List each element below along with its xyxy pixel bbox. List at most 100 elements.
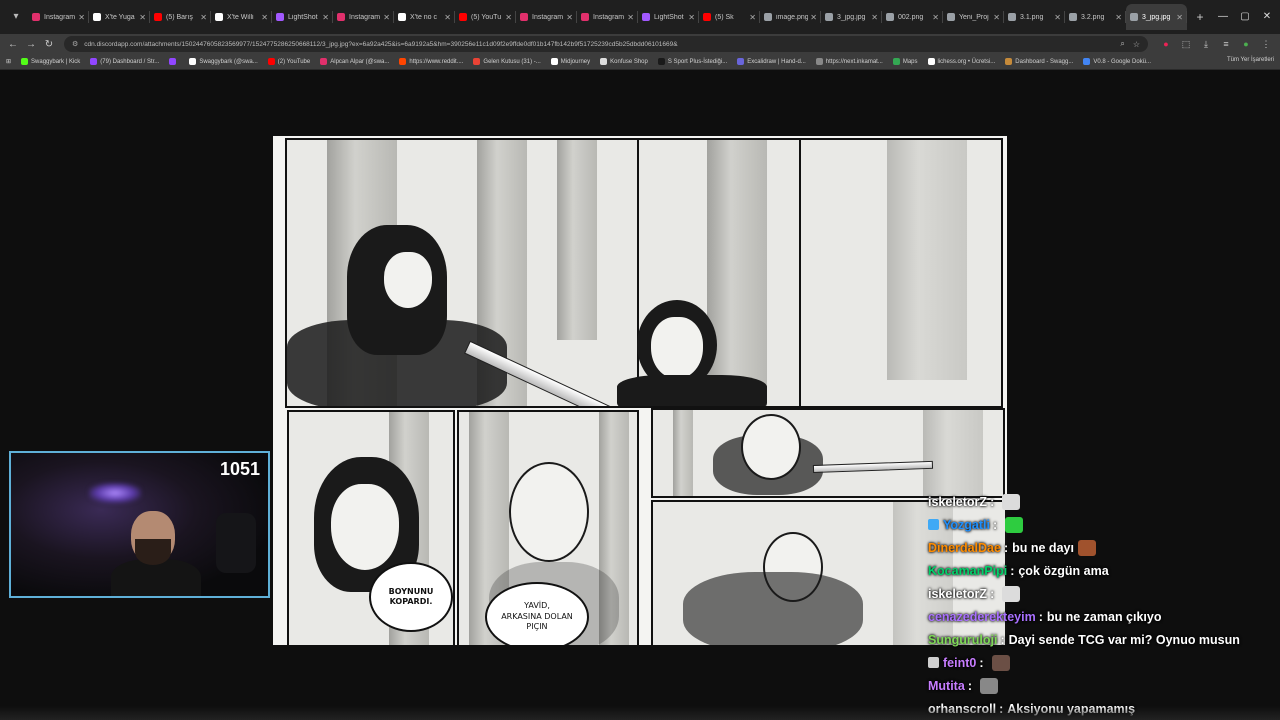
browser-tab[interactable]: Instagram ✕ (516, 4, 577, 30)
chat-separator: : (993, 517, 998, 532)
url-text[interactable]: cdn.discordapp.com/attachments/150244760… (84, 41, 1112, 48)
bookmark-item[interactable]: Alpcan Alpar (@swa... (320, 58, 389, 65)
browser-tab[interactable]: 3.1.png ✕ (1004, 4, 1065, 30)
forward-icon[interactable]: → (22, 39, 40, 50)
bookmark-item[interactable]: (79) Dashboard / Str... (90, 58, 159, 65)
media-icon[interactable]: ≡ (1216, 39, 1236, 49)
chat-message: Yozgatli: (928, 513, 1278, 536)
address-bar[interactable]: ⚙ cdn.discordapp.com/attachments/1502447… (64, 36, 1148, 52)
chat-message: iskeletorZ: (928, 490, 1278, 513)
menu-icon[interactable]: ⋮ (1256, 39, 1276, 50)
tab-close-icon[interactable]: ✕ (200, 13, 207, 22)
youtube-icon (459, 13, 467, 21)
instagram-icon (337, 13, 345, 21)
bookmark-item[interactable]: Gelen Kutusu (31) -... (473, 58, 541, 65)
tab-close-icon[interactable]: ✕ (1054, 13, 1061, 22)
browser-tab[interactable]: Instagram ✕ (28, 4, 89, 30)
browser-tab[interactable]: LightShot ✕ (272, 4, 333, 30)
back-icon[interactable]: ← (4, 39, 22, 50)
tab-close-icon[interactable]: ✕ (139, 13, 146, 22)
bookmark-item[interactable]: Swaggybark | Kick (21, 58, 80, 65)
browser-tab[interactable]: Instagram ✕ (577, 4, 638, 30)
all-bookmarks-link[interactable]: Tüm Yer İşaretleri (1227, 57, 1274, 63)
tab-close-icon[interactable]: ✕ (383, 13, 390, 22)
tab-close-icon[interactable]: ✕ (993, 13, 1000, 22)
chat-text: bu ne zaman çıkıyo (1046, 609, 1162, 624)
bookmark-item[interactable]: https://next.inkamat... (815, 58, 883, 65)
bookmark-item[interactable]: Swaggybark (@swa... (189, 58, 258, 65)
bookmark-item[interactable]: V0.8 - Google Dokü... (1083, 58, 1151, 65)
bookmark-star-icon[interactable]: ☆ (1133, 40, 1140, 49)
browser-tab[interactable]: (5) YouTu ✕ (455, 4, 516, 30)
tab-search-icon[interactable]: ▾ (8, 9, 24, 25)
bookmark-item[interactable]: Midjourney (550, 58, 590, 65)
browser-tab[interactable]: (5) Barış ✕ (150, 4, 211, 30)
zoom-icon[interactable]: ⌕ (1120, 39, 1124, 49)
tab-close-icon[interactable]: ✕ (749, 13, 756, 22)
bookmark-label: (2) YouTube (277, 58, 311, 65)
chat-username: iskeletorZ (928, 494, 988, 509)
site-info-icon[interactable]: ⚙ (72, 40, 78, 48)
tab-close-icon[interactable]: ✕ (627, 13, 634, 22)
new-tab-button[interactable]: + (1191, 8, 1209, 26)
instagram-icon (581, 13, 589, 21)
bookmark-label: V0.8 - Google Dokü... (1093, 58, 1152, 65)
browser-tab[interactable]: X'te Willi ✕ (211, 4, 272, 30)
tab-close-icon[interactable]: ✕ (810, 13, 817, 22)
tab-close-icon[interactable]: ✕ (1176, 13, 1183, 22)
bookmark-item[interactable] (169, 58, 179, 65)
bookmark-favicon-icon (815, 58, 823, 65)
tab-close-icon[interactable]: ✕ (78, 13, 85, 22)
chat-username: KocamanPipi (928, 563, 1008, 578)
bookmark-favicon-icon (550, 58, 558, 65)
tab-label: Yeni_Proj (959, 13, 989, 21)
browser-tab[interactable]: Instagram ✕ (333, 4, 394, 30)
bookmark-favicon-icon (1005, 58, 1013, 65)
tab-close-icon[interactable]: ✕ (688, 13, 695, 22)
youtube-icon (154, 13, 162, 21)
browser-tab[interactable]: (5) Sk ✕ (699, 4, 760, 30)
viewer-count: 1051 (219, 459, 260, 479)
tab-close-icon[interactable]: ✕ (505, 13, 512, 22)
tab-close-icon[interactable]: ✕ (932, 13, 939, 22)
bookmark-item[interactable]: https://www.reddit.... (399, 58, 463, 65)
apps-icon[interactable]: ⊞ (6, 58, 11, 65)
chat-message: KocamanPipi: çok özgün ama (928, 559, 1278, 582)
bookmark-item[interactable]: S Sport Plus-İstediği... (657, 58, 727, 65)
browser-tab[interactable]: 3_jpg.jpg ✕ (1126, 4, 1187, 30)
reload-icon[interactable]: ↻ (40, 39, 58, 50)
bookmark-item[interactable]: Excalidraw | Hand-d... (737, 58, 806, 65)
tab-close-icon[interactable]: ✕ (871, 13, 878, 22)
browser-tab[interactable]: Yeni_Proj ✕ (943, 4, 1004, 30)
extensions-puzzle-icon[interactable]: ⬚ (1176, 39, 1196, 50)
browser-tab[interactable]: 3_jpg.jpg ✕ (821, 4, 882, 30)
browser-tab[interactable]: image.png ✕ (760, 4, 821, 30)
profile-avatar-icon[interactable]: ● (1236, 39, 1256, 49)
face-emote (991, 654, 1010, 671)
download-icon[interactable]: ⤓ (1196, 39, 1216, 50)
bookmark-item[interactable]: (2) YouTube (267, 58, 311, 65)
bookmark-label: Alpcan Alpar (@swa... (330, 58, 390, 65)
tab-close-icon[interactable]: ✕ (566, 13, 573, 22)
x-icon (215, 13, 223, 21)
browser-tab[interactable]: LightShot ✕ (638, 4, 699, 30)
bookmark-label: Swaggybark (@swa... (199, 58, 258, 65)
bookmarks-bar: ⊞ Swaggybark | Kick (79) Dashboard / Str.… (0, 54, 1280, 70)
tab-close-icon[interactable]: ✕ (444, 13, 451, 22)
browser-tab[interactable]: 002.png ✕ (882, 4, 943, 30)
bookmark-item[interactable]: Maps (892, 58, 918, 65)
bookmark-item[interactable]: Dashboard - Swagg... (1005, 58, 1073, 65)
speech-bubble-2: YAVİD, ARKASINA DOLAN PIÇIN (485, 582, 589, 645)
extension-icon[interactable]: ● (1156, 39, 1176, 49)
gauge-emote (1005, 516, 1024, 533)
browser-tab[interactable]: X'te no c ✕ (394, 4, 455, 30)
tab-close-icon[interactable]: ✕ (1115, 13, 1122, 22)
bookmark-item[interactable]: Konfuse Shop (600, 58, 648, 65)
tab-close-icon[interactable]: ✕ (261, 13, 268, 22)
chat-separator: : (1010, 563, 1015, 578)
close-window-icon[interactable]: ✕ (1252, 0, 1280, 34)
browser-tab[interactable]: 3.2.png ✕ (1065, 4, 1126, 30)
browser-tab[interactable]: X'te Yuga ✕ (89, 4, 150, 30)
bookmark-item[interactable]: lichess.org • Ücretsi... (927, 58, 995, 65)
tab-close-icon[interactable]: ✕ (322, 13, 329, 22)
